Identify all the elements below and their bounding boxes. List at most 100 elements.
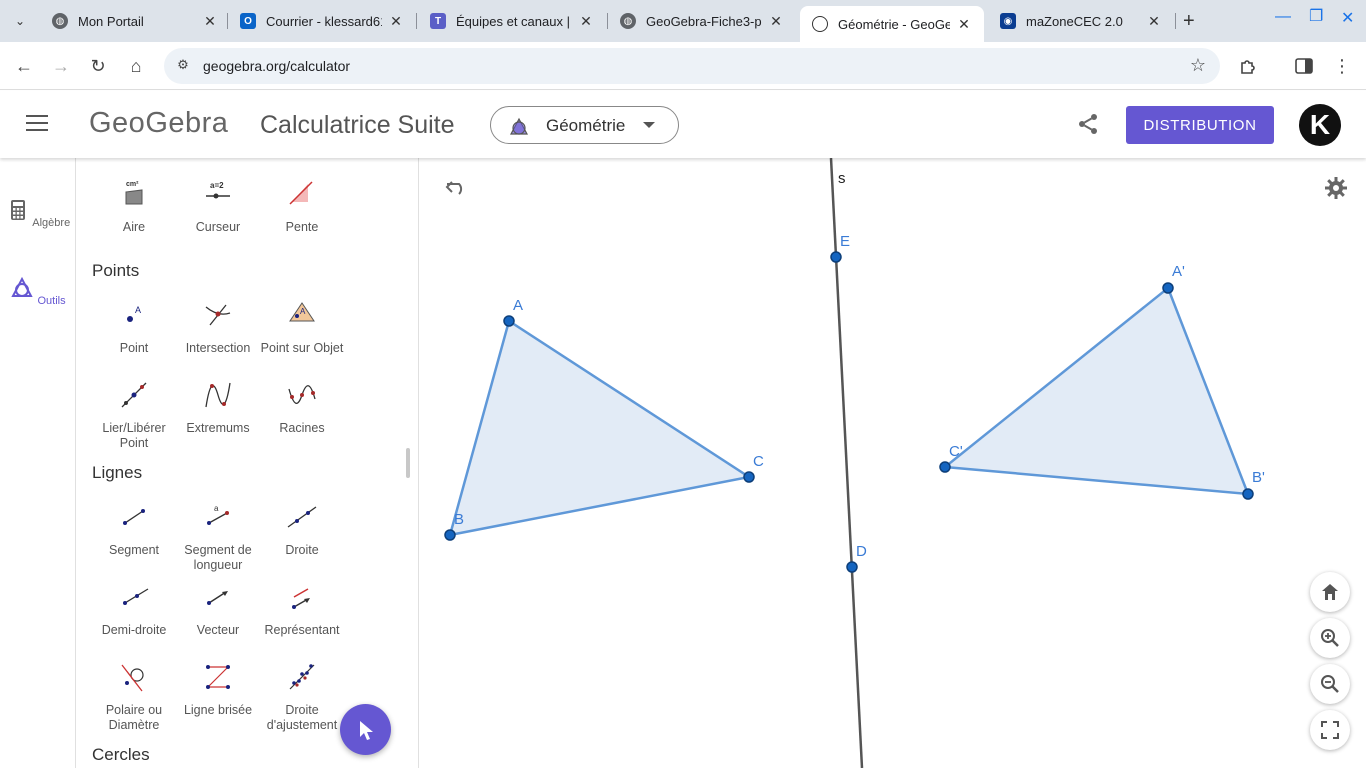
triangle-abc bbox=[448, 319, 753, 537]
url-text[interactable]: geogebra.org/calculator bbox=[203, 58, 350, 74]
close-window-icon[interactable]: ✕ bbox=[1341, 8, 1354, 28]
back-arrow-icon[interactable]: ← bbox=[12, 54, 36, 78]
zoom-in-icon bbox=[1321, 629, 1339, 647]
tool-slope[interactable]: Pente bbox=[260, 178, 344, 235]
extensions-icon[interactable] bbox=[1236, 54, 1260, 78]
minimize-icon[interactable]: — bbox=[1275, 8, 1291, 26]
attach-detach-point-icon bbox=[121, 382, 147, 408]
tool-segment[interactable]: Segment bbox=[92, 501, 176, 558]
home-icon[interactable]: ⌂ bbox=[124, 54, 148, 78]
tools-panel: cm² Aire a=2 Curseur Pente Points A Poin… bbox=[77, 158, 419, 768]
tool-roots[interactable]: Racines bbox=[260, 379, 344, 436]
tool-extremum[interactable]: Extremums bbox=[176, 379, 260, 436]
tool-vector-from-point[interactable]: Représentant bbox=[260, 581, 344, 638]
browser-tab[interactable]: T Équipes et canaux | M ✕ bbox=[418, 6, 606, 36]
calculator-icon bbox=[10, 200, 25, 220]
tool-best-fit-line[interactable]: Droite d'ajustement bbox=[260, 661, 344, 733]
line-icon bbox=[287, 506, 317, 528]
vector-from-point-icon bbox=[292, 588, 310, 609]
bookmark-star-icon[interactable]: ☆ bbox=[1190, 55, 1206, 76]
browser-tab[interactable]: ◉ maZoneCEC 2.0 ✕ bbox=[988, 6, 1174, 36]
tab-search-chevron-icon[interactable]: ⌄ bbox=[8, 9, 32, 33]
point-label-e: E bbox=[840, 233, 850, 250]
tool-ray[interactable]: Demi-droite bbox=[92, 581, 176, 638]
rail-item-algebra[interactable]: Algèbre bbox=[0, 198, 76, 229]
tool-polar-diameter[interactable]: Polaire ou Diamètre bbox=[92, 661, 176, 733]
tool-polyline[interactable]: Ligne brisée bbox=[176, 661, 260, 718]
vector-icon bbox=[207, 591, 228, 605]
zoom-in-button[interactable] bbox=[1310, 618, 1350, 658]
close-tab-icon[interactable]: ✕ bbox=[1146, 13, 1162, 30]
fullscreen-button[interactable] bbox=[1310, 710, 1350, 750]
standard-view-button[interactable] bbox=[1310, 572, 1350, 612]
chevron-down-icon bbox=[643, 122, 655, 128]
browser-menu-icon[interactable]: ⋮ bbox=[1330, 54, 1354, 78]
tool-segment-fixed-length[interactable]: a Segment de longueur bbox=[176, 501, 260, 573]
move-tool-fab[interactable] bbox=[340, 704, 391, 755]
tool-area[interactable]: cm² Aire bbox=[92, 178, 176, 235]
side-panel-icon[interactable] bbox=[1292, 54, 1316, 78]
close-tab-icon[interactable]: ✕ bbox=[768, 13, 784, 30]
browser-toolbar: ← → ↻ ⌂ ⚙ geogebra.org/calculator ☆ ⋮ bbox=[0, 42, 1366, 90]
point-b bbox=[444, 529, 456, 541]
tool-attach-detach-point[interactable]: Lier/Libérer Point bbox=[92, 379, 176, 451]
extremum-icon bbox=[205, 382, 231, 408]
segment-icon bbox=[123, 509, 145, 525]
close-tab-icon[interactable]: ✕ bbox=[956, 16, 972, 33]
rail-item-tools[interactable]: Outils bbox=[0, 276, 76, 307]
tool-line[interactable]: Droite bbox=[260, 501, 344, 558]
new-tab-plus-icon[interactable]: + bbox=[1183, 10, 1195, 33]
close-tab-icon[interactable]: ✕ bbox=[578, 13, 594, 30]
point-b-prime bbox=[1242, 488, 1254, 500]
point-c bbox=[743, 471, 755, 483]
address-bar[interactable]: ⚙ geogebra.org/calculator ☆ bbox=[164, 48, 1220, 84]
svg-text:A: A bbox=[300, 307, 306, 316]
geogebra-icon bbox=[812, 16, 828, 32]
site-settings-icon[interactable]: ⚙ bbox=[174, 57, 192, 75]
tools-scrollbar[interactable] bbox=[406, 448, 410, 478]
tab-divider bbox=[416, 13, 417, 29]
close-tab-icon[interactable]: ✕ bbox=[202, 13, 218, 30]
point-label-a: A bbox=[513, 297, 523, 314]
ray-icon bbox=[123, 588, 149, 605]
point-label-a-prime: A' bbox=[1172, 263, 1185, 280]
distribution-button[interactable]: DISTRIBUTION bbox=[1126, 106, 1274, 144]
geometry-app-icon bbox=[510, 117, 528, 135]
triangle-abc-image bbox=[941, 285, 1250, 496]
tool-vector[interactable]: Vecteur bbox=[176, 581, 260, 638]
tool-slider[interactable]: a=2 Curseur bbox=[176, 178, 260, 235]
graphics-view[interactable]: s A B C A' B' C' E D bbox=[420, 158, 1366, 768]
forward-arrow-icon[interactable]: → bbox=[49, 54, 73, 78]
main-menu-icon[interactable] bbox=[26, 115, 48, 133]
tab-divider bbox=[1175, 13, 1176, 29]
point-label-c: C bbox=[753, 453, 764, 470]
share-icon[interactable] bbox=[1076, 112, 1100, 136]
mazone-icon: ◉ bbox=[1000, 13, 1016, 29]
avatar[interactable]: K bbox=[1299, 104, 1341, 146]
browser-tab-active[interactable]: Géométrie - GeoGebra ✕ bbox=[800, 6, 984, 42]
area-icon: cm² bbox=[125, 181, 143, 205]
category-title-lines: Lignes bbox=[92, 463, 143, 482]
app-selector-dropdown[interactable]: Géométrie bbox=[490, 106, 679, 144]
gear-icon[interactable] bbox=[1324, 176, 1348, 200]
zoom-out-button[interactable] bbox=[1310, 664, 1350, 704]
maximize-icon[interactable]: ❐ bbox=[1309, 6, 1323, 26]
point-on-object-icon: A bbox=[289, 302, 315, 322]
point-label-b: B bbox=[454, 511, 464, 528]
reload-icon[interactable]: ↻ bbox=[86, 54, 110, 78]
mirror-line-label: s bbox=[838, 170, 846, 187]
point-a bbox=[503, 315, 515, 327]
tool-point-on-object[interactable]: A Point sur Objet bbox=[260, 299, 344, 356]
browser-tab[interactable]: ◍ GeoGebra-Fiche3-pe ✕ bbox=[608, 6, 796, 36]
browser-tab[interactable]: O Courrier - klessard61 ✕ bbox=[228, 6, 416, 36]
geogebra-logo[interactable]: GeoGebra bbox=[89, 107, 228, 140]
close-tab-icon[interactable]: ✕ bbox=[388, 13, 404, 30]
tool-intersection[interactable]: Intersection bbox=[176, 299, 260, 356]
tool-point[interactable]: A Point bbox=[92, 299, 176, 356]
undo-icon[interactable] bbox=[444, 176, 470, 200]
browser-tab[interactable]: ◍ Mon Portail ✕ bbox=[40, 6, 230, 36]
tools-shapes-icon bbox=[11, 276, 34, 297]
roots-icon bbox=[288, 385, 316, 404]
fullscreen-icon bbox=[1321, 721, 1339, 739]
segment-fixed-length-icon: a bbox=[207, 504, 229, 525]
